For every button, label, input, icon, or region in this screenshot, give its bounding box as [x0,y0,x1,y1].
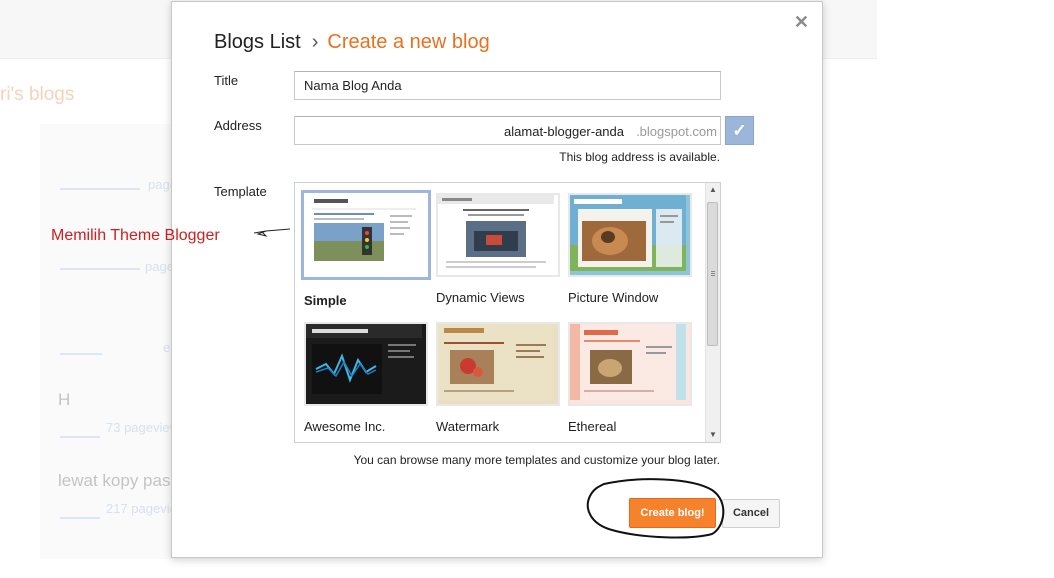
annotation-pointer-icon [253,228,291,237]
annotation-circle-icon [586,478,725,539]
annotation-marks [253,228,725,539]
